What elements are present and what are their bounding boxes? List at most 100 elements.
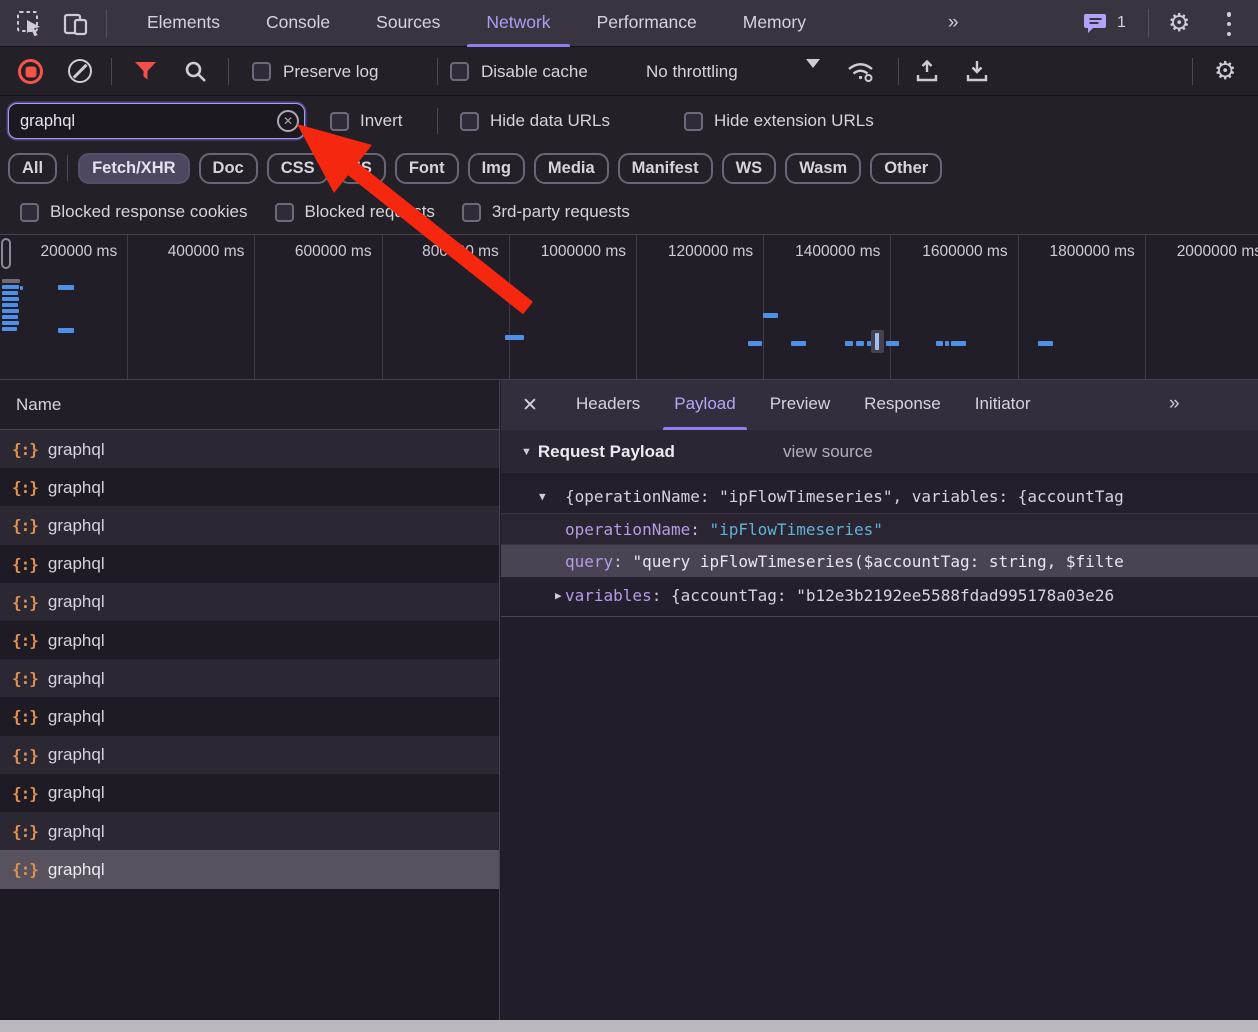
payload-row[interactable]: ▼ {operationName: "ipFlowTimeseries", var… [501,480,1258,513]
more-panels-icon[interactable]: » [948,0,957,45]
payload-tree: ▼ {operationName: "ipFlowTimeseries", var… [501,480,1258,613]
network-conditions-icon[interactable] [846,59,876,84]
payload-value: "ipFlowTimeseries" [710,520,883,539]
chevron-down-icon[interactable] [806,68,820,86]
throttling-select[interactable]: No throttling [646,47,738,96]
chip-css[interactable]: CSS [267,153,329,184]
timeline-tick-label: 1600000 ms [878,243,1008,261]
inspect-element-icon[interactable] [16,10,44,38]
request-row[interactable]: {:} graphql [0,468,499,507]
waterfall-mark [2,321,19,325]
tab-elements[interactable]: Elements [124,0,243,47]
request-row[interactable]: {:}graphql [0,430,499,469]
preserve-log-checkbox[interactable] [252,62,271,81]
json-request-icon: {:} [12,555,38,574]
settings-icon[interactable]: ⚙ [1168,10,1190,35]
waterfall-mark [748,341,762,346]
divider [437,58,438,85]
network-overview-timeline[interactable]: 200000 ms400000 ms600000 ms800000 ms1000… [0,235,1258,380]
tab-console[interactable]: Console [243,0,353,47]
clear-filter-icon[interactable]: ✕ [277,110,299,132]
payload-row: query: "query ipFlowTimeseries($accountT… [501,545,1258,577]
waterfall-mark [20,286,23,290]
hide-data-urls-toggle[interactable]: Hide data URLs [460,96,610,146]
collapsed-triangle-icon[interactable]: ▶ [555,589,562,602]
import-har-icon[interactable] [914,58,940,84]
chip-img[interactable]: Img [468,153,525,184]
request-row[interactable]: {:}graphql [0,736,499,775]
chip-all[interactable]: All [8,153,57,184]
more-detail-tabs-icon[interactable]: » [1169,380,1178,427]
blocked-response-cookies-toggle[interactable]: Blocked response cookies [20,202,248,222]
name-column-header[interactable]: Name [0,380,499,430]
request-row[interactable]: {:}graphql [0,583,499,622]
request-row[interactable]: {:}graphql [0,659,499,698]
tab-sources[interactable]: Sources [353,0,463,47]
waterfall-mark [2,291,18,295]
request-name: graphql [48,478,105,498]
filter-input[interactable] [8,103,305,139]
chip-other[interactable]: Other [870,153,942,184]
issues-badge[interactable]: 1 [1084,12,1126,34]
record-icon[interactable] [18,59,43,84]
timeline-tick-label: 1800000 ms [1005,243,1135,261]
request-row[interactable]: {:}graphql [0,697,499,736]
expanded-triangle-icon[interactable]: ▼ [539,490,546,503]
export-har-icon[interactable] [964,58,990,84]
payload-colon: : [613,552,632,571]
json-request-icon: {:} [12,669,38,688]
json-request-icon: {:} [12,516,38,535]
tab-performance[interactable]: Performance [574,0,720,47]
devtools-window: ElementsConsoleSourcesNetworkPerformance… [0,0,1258,1032]
chip-media[interactable]: Media [534,153,609,184]
blocked-requests-toggle[interactable]: Blocked requests [275,202,435,222]
chip-font[interactable]: Font [395,153,459,184]
disable-cache-checkbox[interactable] [450,62,469,81]
request-row[interactable]: {:}graphql [0,850,499,889]
request-payload-section-header[interactable]: ▼ Request Payload view source [501,430,1258,473]
divider [1148,9,1149,38]
waterfall-mark [2,315,18,319]
close-icon[interactable]: ✕ [501,394,559,417]
chip-js[interactable]: JS [338,153,386,184]
chip-manifest[interactable]: Manifest [618,153,713,184]
payload-value: {operationName: "ipFlowTimeseries", vari… [565,487,1124,506]
request-row[interactable]: {:}graphql [0,506,499,545]
detail-tab-headers[interactable]: Headers [559,380,657,430]
view-source-link[interactable]: view source [783,442,873,462]
invert-filter-toggle[interactable]: Invert [330,96,403,146]
request-row[interactable]: {:}graphql [0,774,499,813]
waterfall-mark [875,333,879,350]
request-name: graphql [48,745,105,765]
hide-data-urls-checkbox [460,112,479,131]
request-name: graphql [48,631,105,651]
json-request-icon: {:} [12,478,38,497]
network-settings-icon[interactable]: ⚙ [1214,58,1236,83]
request-row[interactable]: {:}graphql [0,545,499,584]
payload-key: query [565,552,613,571]
hide-extension-urls-toggle[interactable]: Hide extension URLs [684,96,874,146]
detail-tab-preview[interactable]: Preview [753,380,847,430]
page-edge-strip [0,1020,1258,1032]
request-row[interactable]: {:}graphql [0,621,499,660]
chip-ws[interactable]: WS [722,153,777,184]
device-toolbar-icon[interactable] [62,10,90,38]
detail-tab-payload[interactable]: Payload [657,380,752,430]
request-name: graphql [48,860,105,880]
timeline-tick-label: 1000000 ms [496,243,626,261]
chip-wasm[interactable]: Wasm [785,153,861,184]
clear-network-log-icon[interactable] [68,59,92,83]
detail-tab-initiator[interactable]: Initiator [958,380,1048,430]
detail-tab-response[interactable]: Response [847,380,958,430]
search-icon[interactable] [184,60,208,84]
payload-row[interactable]: ▶variables: {accountTag: "b12e3b2192ee55… [501,577,1258,613]
waterfall-mark [2,303,18,307]
chip-fetch-xhr[interactable]: Fetch/XHR [78,153,189,184]
chip-doc[interactable]: Doc [199,153,258,184]
tab-network[interactable]: Network [463,0,573,47]
filter-icon[interactable] [134,61,157,81]
tab-memory[interactable]: Memory [720,0,829,47]
request-row[interactable]: {:}graphql [0,812,499,851]
third-party-requests-toggle[interactable]: 3rd-party requests [462,202,630,222]
menu-icon[interactable] [1226,12,1232,36]
